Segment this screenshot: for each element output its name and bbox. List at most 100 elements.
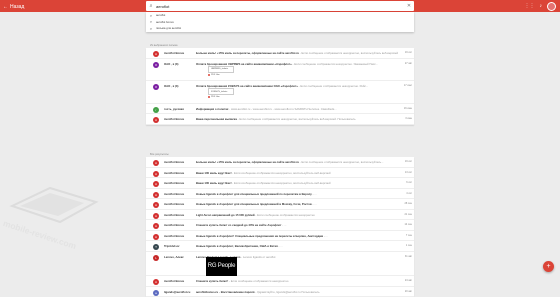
message-date: 13 окт <box>400 171 412 174</box>
message-row[interactable]: AAeroflot BonusLight Aicon направлений д… <box>146 210 414 221</box>
message-date: 17 июл <box>400 84 412 87</box>
sender-avatar: A <box>153 51 159 57</box>
message-subject: Новые ligands в Аэрофлот для специальных… <box>196 192 400 196</box>
pdf-chip[interactable]: PDF Чек <box>208 96 220 98</box>
pdf-icon <box>208 74 210 76</box>
search-icon: ⌕ <box>146 19 156 24</box>
message-subject: Спешите купить билет со скидкой до 40% н… <box>196 223 400 227</box>
sender-name: TripAdvisor <box>164 244 196 248</box>
message-row[interactable]: ООАО , я (3)Оплата бронирования ZOBSYS н… <box>146 81 414 104</box>
search-icon: ⌕ <box>146 3 156 9</box>
sender-avatar: О <box>153 62 159 68</box>
message-date: 4 окт <box>400 192 412 195</box>
message-subject: Новые ligands в Аэрофлот! Специальные пр… <box>196 234 400 238</box>
image-thumbnail[interactable]: RG People <box>206 257 237 276</box>
message-row[interactable]: AAeroflot BonusНовые ligands в Аэрофлот … <box>146 199 414 210</box>
message-subject: Информация о полетах - www.aeroflot.ru -… <box>196 107 400 111</box>
apps-icon[interactable]: ⋮⋮ <box>525 3 535 9</box>
message-date: 1 сен <box>400 244 412 247</box>
sender-name: Aeroflot Bonus <box>164 213 196 217</box>
message-date: 16 июн <box>400 107 412 110</box>
sender-name: ligands@aeroflot.ru <box>164 290 196 294</box>
section-label: Из выбранного письма <box>150 44 177 47</box>
message-row[interactable]: AAeroflot BonusВаши 100 миль ждут Вас! -… <box>146 178 414 189</box>
sender-avatar: г <box>153 107 159 113</box>
message-row[interactable]: a ligands@aeroflot.ruaeroflotbonus.ru - В… <box>146 287 414 297</box>
sender-name: Aeroflot Bonus <box>164 202 196 206</box>
section-label: Все результаты <box>150 153 169 156</box>
message-date: 24 авг <box>400 279 412 282</box>
sender-name: Aeroflot Bonus <box>164 279 196 283</box>
sender-name: Aeroflot Bonus <box>164 181 196 185</box>
search-field[interactable]: ⌕ aeroflot ✕ <box>146 1 414 11</box>
sender-avatar: L <box>153 255 159 261</box>
message-row[interactable]: AAeroflot BonusВаши 100 миль ждут Вас! -… <box>146 168 414 179</box>
message-date: 14 сен <box>400 223 412 226</box>
message-subject: Больше миль! +15% миль за перелеты, офор… <box>196 160 400 164</box>
sender-name: Aeroflot Bonus <box>164 223 196 227</box>
message-subject: Больше миль! +15% миль за перелеты, офор… <box>196 51 400 55</box>
sender-name: ОАО , я (3) <box>164 84 196 88</box>
message-date: 6 окт <box>400 181 412 184</box>
sender-avatar: T <box>153 244 159 250</box>
message-row[interactable]: AAeroflot BonusНовые ligands в Аэрофлот … <box>146 189 414 200</box>
sender-name: ОАО , я (3) <box>164 62 196 66</box>
message-row[interactable]: A Aeroflot BonusСпешите купить билет со с… <box>146 220 414 231</box>
sender-avatar: A <box>153 234 159 240</box>
sender-name: Aeroflot Bonus <box>164 117 196 121</box>
message-row[interactable]: ООАО , я (3)Оплата бронирования UBPRWS н… <box>146 59 414 82</box>
sender-name: Aeroflot Bonus <box>164 171 196 175</box>
sender-avatar: A <box>153 223 159 229</box>
message-row[interactable]: AAeroflot BonusБольше миль! +15% миль за… <box>146 157 414 168</box>
sender-name: Aeroflot Bonus <box>164 192 196 196</box>
message-row[interactable]: г гость_русскаяИнформация о полетах - www… <box>146 104 414 115</box>
search-suggestions: ⌕ aeroflot ⌕ aeroflot bonus ⌕ письма для… <box>146 12 414 32</box>
message-date: 27 авг <box>400 62 412 65</box>
attachment-chip[interactable]: ZOBSYS_tickets <box>208 88 234 95</box>
message-list-all: A Aeroflot Bonus Больше миль! +15% миль за… <box>146 157 414 297</box>
message-row[interactable]: A Aeroflot BonusБольше миль! +15% миль за… <box>146 48 414 59</box>
account-tools: ⋮⋮ ♪ <box>525 0 560 12</box>
compose-button[interactable]: + <box>543 261 554 272</box>
search-input[interactable]: aeroflot <box>156 4 169 9</box>
message-subject: Спешите купить билет! - Если сообщение о… <box>196 279 400 283</box>
sender-avatar: A <box>153 160 159 166</box>
sender-avatar: О <box>153 84 159 90</box>
clear-icon[interactable]: ✕ <box>404 3 414 9</box>
back-button[interactable]: ← Назад <box>3 2 33 11</box>
account-avatar[interactable] <box>547 2 556 11</box>
pdf-chip[interactable]: PDF Чек <box>208 74 220 76</box>
bell-icon[interactable]: ♪ <box>540 3 543 9</box>
sender-avatar: a <box>153 290 159 296</box>
message-subject: Новые ligands в Аэрофлот для специальных… <box>196 202 400 206</box>
message-row[interactable]: A Aeroflot BonusНовые ligands в Аэрофлот!… <box>146 231 414 242</box>
message-subject: Новые ligands в Аэрофлот, Великобритании… <box>196 244 400 248</box>
attachment-chip[interactable]: UBPRWS_tickets <box>208 66 234 73</box>
message-date: 20 авг <box>400 290 412 293</box>
sender-name: Aeroflot Bonus <box>164 234 196 238</box>
search-icon: ⌕ <box>146 26 156 31</box>
sender-avatar: A <box>153 117 159 123</box>
sender-avatar: A <box>153 181 159 187</box>
message-subject: Ваши 100 миль ждут Вас! - Если сообщение… <box>196 171 400 175</box>
pdf-icon <box>208 96 210 98</box>
message-date: 7 сен <box>400 234 412 237</box>
message-row[interactable]: T TripAdvisorНовые ligands в Аэрофлот, Ве… <box>146 241 414 252</box>
message-date: 19 окт <box>400 51 412 54</box>
message-row[interactable]: LLenovo, АлексLenovo Product Launch - Le… <box>146 252 414 277</box>
sender-avatar: A <box>153 213 159 219</box>
sender-name: гость_русская <box>164 107 196 111</box>
message-date: 3 июн <box>400 117 412 120</box>
search-icon: ⌕ <box>146 13 156 18</box>
message-date: 31 авг <box>400 255 412 258</box>
message-subject: Ваша персональная выписка - Если сообщен… <box>196 117 400 121</box>
sender-name: Aeroflot Bonus <box>164 51 196 55</box>
message-date: 21 сен <box>400 213 412 216</box>
suggestion-item[interactable]: ⌕ письма для aeroflot <box>146 25 414 32</box>
message-subject: aeroflotbonus.ru - Восстановление пароля… <box>196 290 400 294</box>
message-row[interactable]: A Aeroflot BonusВаша персональная выписка… <box>146 114 414 125</box>
back-label: Назад <box>10 4 24 10</box>
sender-name: Lenovo, Алекс <box>164 255 196 259</box>
arrow-left-icon: ← <box>3 4 8 10</box>
message-list-top: AAeroflot BonusБольше миль! +15% миль за… <box>146 48 414 125</box>
